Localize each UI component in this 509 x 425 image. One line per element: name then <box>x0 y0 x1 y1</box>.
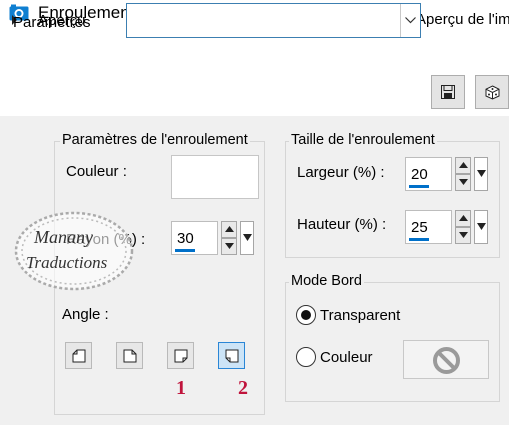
watermark-line1: Manany <box>34 227 93 247</box>
page-corner-bottom-right-icon <box>174 349 188 363</box>
height-slider-button[interactable] <box>474 210 488 244</box>
watermark-line2: Traductions <box>26 253 108 272</box>
height-decrement-button[interactable] <box>455 227 471 244</box>
width-input[interactable]: 20 <box>405 157 452 191</box>
chevron-down-icon <box>405 17 416 24</box>
color-label: Couleur : <box>66 163 127 180</box>
presets-dropdown[interactable] <box>126 3 421 38</box>
angle-top-left-button[interactable] <box>65 342 92 369</box>
edge-color-radio[interactable] <box>296 347 316 367</box>
angle-bottom-left-button[interactable] <box>218 342 245 369</box>
curl-color-swatch[interactable] <box>171 155 259 199</box>
curl-size-title: Taille de l'enroulement <box>289 132 437 148</box>
page-corner-top-right-icon <box>123 349 137 363</box>
annotation-marker-1: 1 <box>176 377 186 399</box>
radio-selected-dot <box>301 310 311 320</box>
edge-transparent-label[interactable]: Transparent <box>320 307 400 324</box>
width-indicator <box>409 185 429 188</box>
page-corner-top-left-icon <box>72 349 86 363</box>
radius-slider-button[interactable] <box>240 221 254 255</box>
radius-decrement-button[interactable] <box>221 238 237 255</box>
height-spinner[interactable] <box>455 210 471 244</box>
arrow-down-icon <box>225 243 234 249</box>
height-input[interactable]: 25 <box>405 210 452 244</box>
width-spinner[interactable] <box>455 157 471 191</box>
arrow-down-icon <box>459 232 468 238</box>
edge-color-label[interactable]: Couleur <box>320 349 373 366</box>
save-icon <box>441 85 455 99</box>
width-increment-button[interactable] <box>455 157 471 174</box>
radius-spinner[interactable] <box>221 221 237 255</box>
radius-input[interactable]: 30 <box>171 221 218 255</box>
dice-icon <box>485 85 500 100</box>
width-label: Largeur (%) : <box>297 164 385 181</box>
triangle-down-icon <box>477 170 486 177</box>
edge-color-swatch[interactable] <box>403 340 489 379</box>
width-slider-button[interactable] <box>474 157 488 191</box>
angle-bottom-right-button[interactable] <box>167 342 194 369</box>
curl-settings-title: Paramètres de l'enroulement <box>60 132 250 148</box>
random-params-button[interactable] <box>475 75 509 109</box>
annotation-marker-2: 2 <box>238 377 248 399</box>
watermark-wreath-icon <box>14 211 134 291</box>
width-decrement-button[interactable] <box>455 174 471 191</box>
preview-checkbox-label[interactable]: Aperçu de l'im <box>416 11 509 28</box>
height-value: 25 <box>411 219 428 236</box>
arrow-up-icon <box>225 226 234 232</box>
watermark-logo: Manany Traductions <box>8 207 140 295</box>
arrow-down-icon <box>459 179 468 185</box>
edge-mode-title: Mode Bord <box>289 273 364 289</box>
save-preset-button[interactable] <box>431 75 465 109</box>
no-color-icon <box>433 347 460 374</box>
radius-indicator <box>175 249 195 252</box>
triangle-down-icon <box>243 234 252 241</box>
angle-label: Angle : <box>62 306 109 323</box>
presets-label: Paramètres <box>13 14 91 31</box>
triangle-down-icon <box>477 223 486 230</box>
height-indicator <box>409 238 429 241</box>
radius-value: 30 <box>177 230 194 247</box>
arrow-up-icon <box>459 215 468 221</box>
arrow-up-icon <box>459 162 468 168</box>
width-value: 20 <box>411 166 428 183</box>
height-increment-button[interactable] <box>455 210 471 227</box>
page-corner-bottom-left-icon <box>225 349 239 363</box>
edge-transparent-radio[interactable] <box>296 305 316 325</box>
height-label: Hauteur (%) : <box>297 216 387 233</box>
angle-top-right-button[interactable] <box>116 342 143 369</box>
presets-dropdown-button[interactable] <box>400 4 420 37</box>
radius-increment-button[interactable] <box>221 221 237 238</box>
